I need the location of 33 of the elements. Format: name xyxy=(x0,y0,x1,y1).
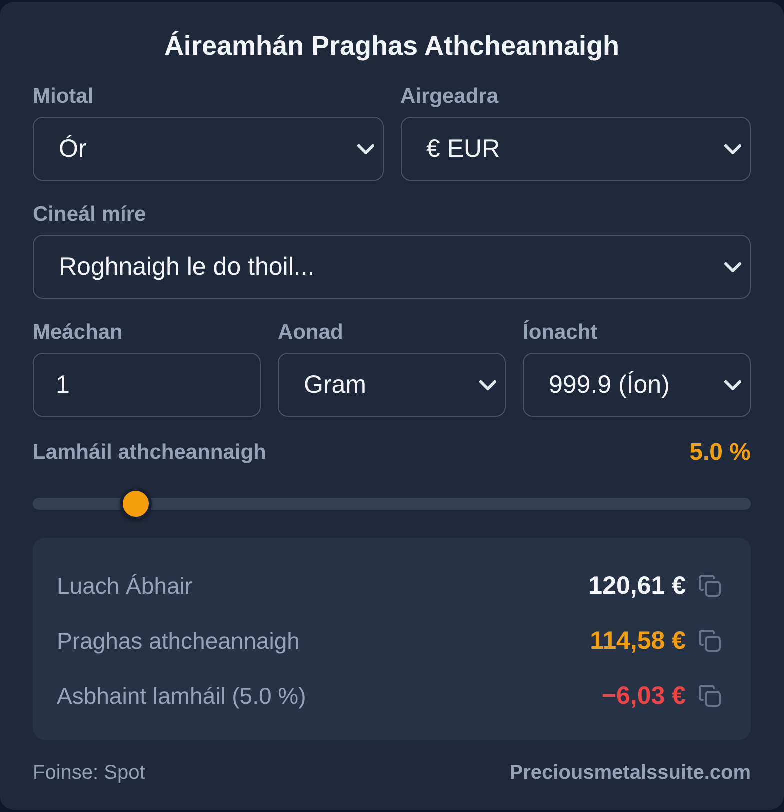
dropdown[interactable]: Ór xyxy=(33,117,384,181)
result-value: 120,61 € xyxy=(588,572,686,600)
field-label: Íonacht xyxy=(523,321,599,345)
result-value: 114,58 € xyxy=(590,626,686,654)
source-text: Foinse: Spot xyxy=(33,761,146,785)
slider-value: 5.0 % xyxy=(690,440,751,466)
result-value: −6,03 € xyxy=(602,682,686,710)
chevron-down-icon xyxy=(479,380,497,390)
calculator-title: Áireamhán Praghas Athcheannaigh xyxy=(163,31,621,61)
field-label: Miotal xyxy=(33,85,95,109)
dropdown[interactable]: Roghnaigh le do thoil... xyxy=(33,235,751,299)
field-label: Aonad xyxy=(278,321,344,345)
slider-label: Lamháil athcheannaigh xyxy=(33,441,266,465)
slider-track[interactable] xyxy=(33,488,751,520)
copy-icon[interactable] xyxy=(698,574,722,598)
dropdown[interactable]: 999.9 (Íon) xyxy=(523,353,751,417)
result-label: Praghas athcheannaigh xyxy=(57,626,301,654)
dropdown[interactable]: Gram xyxy=(278,353,506,417)
chevron-down-icon xyxy=(724,144,742,154)
copy-icon[interactable] xyxy=(698,628,722,652)
slider-thumb[interactable] xyxy=(120,488,152,520)
result-label: Asbhaint lamháil (5.0 %) xyxy=(57,682,308,710)
input-field[interactable]: 1 xyxy=(33,353,261,417)
field-label: Meáchan xyxy=(33,321,124,345)
chevron-down-icon xyxy=(724,262,742,272)
field-label: Cineál míre xyxy=(33,203,148,227)
field-label: Airgeadra xyxy=(400,85,500,109)
chevron-down-icon xyxy=(724,380,742,390)
dropdown[interactable]: € EUR xyxy=(400,117,751,181)
website-link[interactable]: Preciousmetalssuite.com xyxy=(510,761,751,785)
chevron-down-icon xyxy=(356,144,374,154)
result-label: Luach Ábhair xyxy=(57,572,194,600)
copy-icon[interactable] xyxy=(698,684,722,708)
